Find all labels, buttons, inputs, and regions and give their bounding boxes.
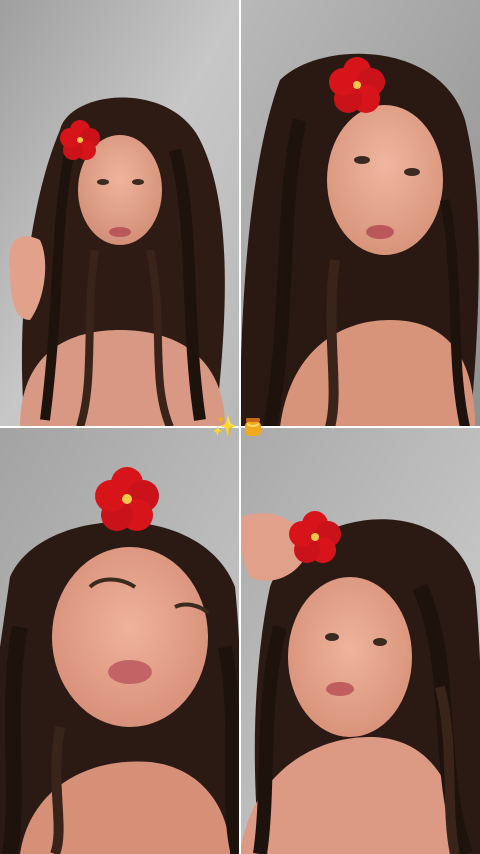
photo-1 [0,0,240,427]
portrait-image-2 [240,0,480,427]
photo-4 [240,427,480,854]
photo-3 [0,427,240,854]
sparkles-icon: ✨ [212,414,237,438]
portrait-image-4 [240,427,480,854]
emoji-stickers: ✨ [212,414,263,438]
honey-pot-icon [243,415,263,437]
portrait-image-3 [0,427,240,854]
portrait-image-1 [0,0,240,427]
photo-2 [240,0,480,427]
photo-collage: ✨ [0,0,480,854]
